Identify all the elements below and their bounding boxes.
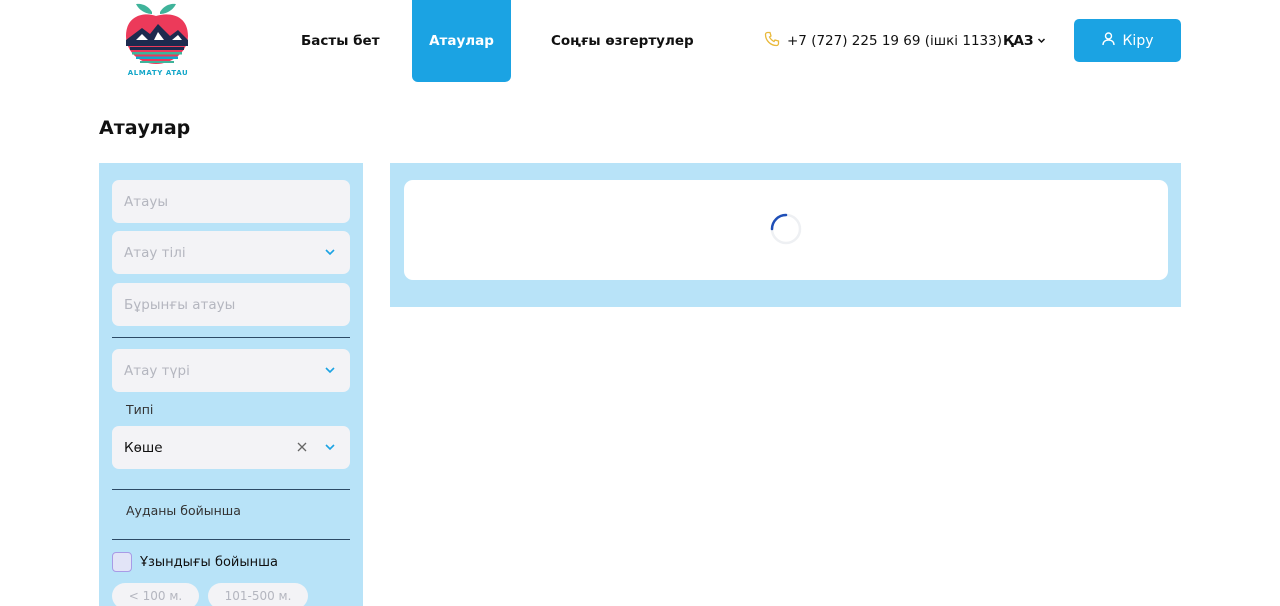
nav-home[interactable]: Басты бет bbox=[301, 0, 380, 82]
length-label: Ұзындығы бойынша bbox=[140, 554, 278, 570]
former-name-input[interactable]: Бұрынғы атауы bbox=[112, 283, 350, 326]
language-label: ҚАЗ bbox=[1003, 33, 1034, 49]
chevron-down-icon bbox=[324, 441, 336, 457]
phone-icon bbox=[764, 31, 780, 51]
nav-names-active[interactable]: Атаулар bbox=[412, 0, 511, 82]
length-checkbox[interactable] bbox=[112, 552, 132, 572]
apple-mountains-logo-icon bbox=[126, 3, 188, 64]
divider bbox=[112, 539, 350, 540]
name-language-select[interactable]: Атау тілі bbox=[112, 231, 350, 274]
phone-contact[interactable]: +7 (727) 225 19 69 (ішкі 1133) bbox=[764, 31, 1002, 51]
close-icon[interactable] bbox=[295, 440, 309, 458]
nav-recent-changes[interactable]: Соңғы өзгертулер bbox=[551, 0, 694, 82]
logo-wordmark: ALMATY ATAU bbox=[127, 69, 189, 77]
login-label: Кіру bbox=[1122, 32, 1154, 49]
length-chip-under-100[interactable]: < 100 м. bbox=[112, 583, 199, 606]
chevron-down-icon bbox=[324, 364, 336, 380]
results-card bbox=[404, 180, 1168, 280]
chevron-down-icon bbox=[1037, 33, 1046, 49]
name-input[interactable]: Атауы bbox=[112, 180, 350, 223]
loading-spinner-icon bbox=[770, 213, 802, 245]
name-type-placeholder: Атау түрі bbox=[124, 362, 190, 379]
name-type-select[interactable]: Атау түрі bbox=[112, 349, 350, 392]
phone-number: +7 (727) 225 19 69 (ішкі 1133) bbox=[787, 33, 1002, 49]
type-value: Көше bbox=[124, 439, 163, 456]
former-name-placeholder: Бұрынғы атауы bbox=[124, 296, 236, 313]
user-icon bbox=[1101, 31, 1116, 50]
divider bbox=[112, 489, 350, 490]
district-filter-toggle[interactable]: Ауданы бойынша bbox=[126, 503, 241, 518]
chevron-down-icon bbox=[324, 246, 336, 262]
results-panel bbox=[390, 163, 1181, 307]
almaty-atau-logo[interactable] bbox=[122, 0, 194, 80]
type-label: Типі bbox=[126, 402, 154, 417]
divider bbox=[112, 337, 350, 338]
type-select[interactable]: Көше bbox=[112, 426, 350, 469]
site-header: ALMATY ATAU Басты бет Атаулар Соңғы өзге… bbox=[0, 0, 1280, 84]
language-selector[interactable]: ҚАЗ bbox=[1003, 31, 1046, 51]
login-button[interactable]: Кіру bbox=[1074, 19, 1181, 62]
page-title: Атаулар bbox=[99, 117, 191, 139]
name-language-placeholder: Атау тілі bbox=[124, 244, 186, 261]
length-filter[interactable]: Ұзындығы бойынша bbox=[112, 552, 278, 572]
filter-sidebar: Атауы Атау тілі Бұрынғы атауы Атау түрі … bbox=[99, 163, 363, 606]
length-chip-101-500[interactable]: 101-500 м. bbox=[208, 583, 308, 606]
name-placeholder: Атауы bbox=[124, 193, 169, 210]
